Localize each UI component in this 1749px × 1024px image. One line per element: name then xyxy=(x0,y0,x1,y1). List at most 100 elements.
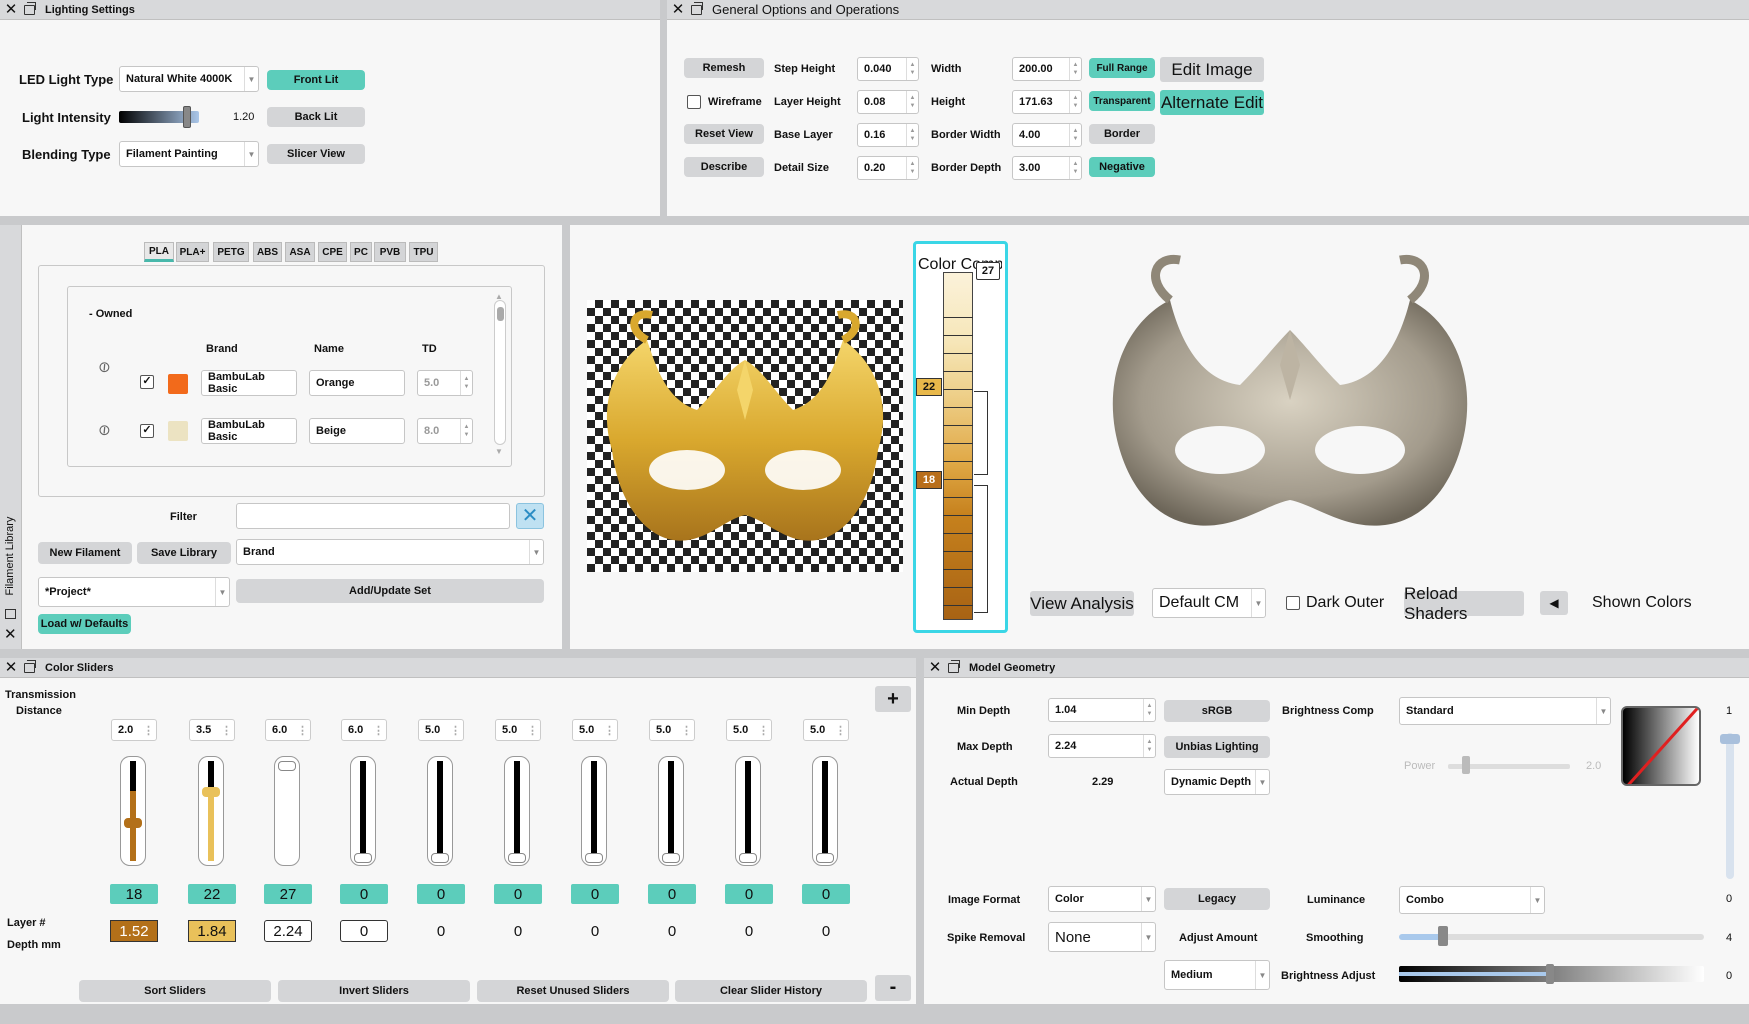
color-slider[interactable] xyxy=(812,756,838,866)
smoothing-slider-thumb[interactable] xyxy=(1438,926,1448,946)
describe-button[interactable]: Describe xyxy=(684,157,764,177)
spinner-arrows-icon[interactable]: ▲ ▼ xyxy=(1069,58,1081,80)
td-spinbox[interactable]: 5.0 xyxy=(803,719,849,741)
filament-color-swatch[interactable] xyxy=(168,421,188,441)
td-spinbox[interactable]: 6.0 xyxy=(341,719,387,741)
spinner-arrows-icon[interactable]: ▲ ▼ xyxy=(1143,735,1155,757)
slider-thumb[interactable] xyxy=(662,853,680,863)
layer-number[interactable]: 18 xyxy=(110,884,158,904)
front-lit-button[interactable]: Front Lit xyxy=(267,70,365,90)
slider-thumb[interactable] xyxy=(278,761,296,771)
slider-thumb[interactable] xyxy=(739,853,757,863)
gradient-preview-swatch[interactable] xyxy=(1621,706,1701,786)
collapse-arrow-icon[interactable]: ◀ xyxy=(1540,591,1568,615)
scroll-thumb[interactable] xyxy=(497,307,504,321)
slider-thumb[interactable] xyxy=(508,853,526,863)
alternate-edit-button[interactable]: Alternate Edit xyxy=(1160,90,1264,115)
color-slider[interactable] xyxy=(120,756,146,866)
edit-image-button[interactable]: Edit Image xyxy=(1160,57,1264,82)
sort-by-select[interactable]: Brand ▼ xyxy=(236,539,544,565)
td-spinbox[interactable]: 5.0 xyxy=(495,719,541,741)
reload-shaders-button[interactable]: Reload Shaders xyxy=(1404,584,1524,623)
full-range-button[interactable]: Full Range xyxy=(1089,58,1155,78)
color-slider[interactable] xyxy=(274,756,300,866)
blending-select[interactable]: Filament Painting ▼ xyxy=(119,141,259,167)
filament-td-field[interactable]: 8.0 ▲ ▼ xyxy=(417,418,473,444)
power-slider-thumb[interactable] xyxy=(1462,756,1470,774)
filter-input[interactable] xyxy=(236,503,510,529)
slider-thumb[interactable] xyxy=(585,853,603,863)
detail-size-input[interactable]: 0.20 ▲ ▼ xyxy=(857,156,919,180)
layer-number[interactable]: 0 xyxy=(494,884,542,904)
marker-top[interactable]: 27 xyxy=(976,262,1000,280)
layer-number[interactable]: 0 xyxy=(571,884,619,904)
dark-outer-checkbox[interactable] xyxy=(1286,596,1300,610)
td-spinbox[interactable]: 2.0 xyxy=(111,719,157,741)
spinner-arrows-icon[interactable]: ▲ ▼ xyxy=(460,371,472,395)
spinner-arrows-icon[interactable]: ▲ ▼ xyxy=(1143,699,1155,721)
width-input[interactable]: 200.00 ▲ ▼ xyxy=(1012,57,1082,81)
intensity-slider-thumb[interactable] xyxy=(183,106,191,128)
layer-number[interactable]: 0 xyxy=(802,884,850,904)
base-layer-input[interactable]: 0.16 ▲ ▼ xyxy=(857,123,919,147)
clear-slider-history-button[interactable]: Clear Slider History xyxy=(675,980,867,1002)
slider-thumb[interactable] xyxy=(431,853,449,863)
colormap-select[interactable]: Default CM ▼ xyxy=(1152,588,1266,618)
led-type-select[interactable]: Natural White 4000K ▼ xyxy=(119,66,259,92)
wireframe-checkbox[interactable] xyxy=(687,95,701,109)
tab-tpu[interactable]: TPU xyxy=(409,242,438,262)
spinner-arrows-icon[interactable]: ▲ ▼ xyxy=(1069,124,1081,146)
layer-height-input[interactable]: 0.08 ▲ ▼ xyxy=(857,90,919,114)
close-icon[interactable]: ✕ xyxy=(4,2,18,17)
model-3d-preview[interactable] xyxy=(1100,250,1480,580)
td-spinbox[interactable]: 3.5 xyxy=(189,719,235,741)
slider-thumb[interactable] xyxy=(124,818,142,829)
color-slider[interactable] xyxy=(198,756,224,866)
tab-pla[interactable]: PLA xyxy=(144,242,174,262)
filament-checkbox[interactable]: ✓ xyxy=(140,424,154,438)
tab-pla-plus[interactable]: PLA+ xyxy=(176,242,209,262)
luminance-select[interactable]: Combo ▼ xyxy=(1399,886,1545,914)
clear-filter-icon[interactable]: ✕ xyxy=(516,503,544,529)
remove-slider-button[interactable]: - xyxy=(875,975,911,1001)
scroll-down-icon[interactable]: ▼ xyxy=(495,447,503,456)
spinner-arrows-icon[interactable]: ▲ ▼ xyxy=(1069,91,1081,113)
tab-asa[interactable]: ASA xyxy=(285,242,315,262)
image-format-select[interactable]: Color ▼ xyxy=(1048,886,1156,912)
reset-view-button[interactable]: Reset View xyxy=(684,124,764,144)
filament-color-swatch[interactable] xyxy=(168,374,188,394)
spinner-arrows-icon[interactable]: ▲ ▼ xyxy=(460,419,472,443)
load-defaults-button[interactable]: Load w/ Defaults xyxy=(38,614,131,634)
spinner-arrows-icon[interactable]: ▲ ▼ xyxy=(906,91,918,113)
color-slider[interactable] xyxy=(735,756,761,866)
dynamic-depth-select[interactable]: Dynamic Depth ▼ xyxy=(1164,769,1270,795)
vertical-range-thumb[interactable] xyxy=(1720,734,1740,744)
slicer-view-button[interactable]: Slicer View xyxy=(267,144,365,164)
color-slider[interactable] xyxy=(504,756,530,866)
slider-thumb[interactable] xyxy=(354,853,372,863)
reset-unused-sliders-button[interactable]: Reset Unused Sliders xyxy=(477,980,669,1002)
close-icon[interactable]: ✕ xyxy=(928,660,942,675)
layer-number[interactable]: 22 xyxy=(188,884,236,904)
project-select[interactable]: *Project* ▼ xyxy=(38,577,230,607)
add-update-set-button[interactable]: Add/Update Set xyxy=(236,579,544,603)
add-slider-button[interactable]: + xyxy=(875,686,911,712)
border-width-input[interactable]: 4.00 ▲ ▼ xyxy=(1012,123,1082,147)
remesh-button[interactable]: Remesh xyxy=(684,58,764,78)
max-depth-input[interactable]: 2.24 ▲ ▼ xyxy=(1048,734,1156,758)
filament-name-field[interactable]: Orange xyxy=(309,370,405,396)
vertical-range-slider[interactable] xyxy=(1726,733,1734,879)
marker-low[interactable]: 18 xyxy=(916,471,942,489)
srgb-button[interactable]: sRGB xyxy=(1164,700,1270,722)
layer-number[interactable]: 0 xyxy=(725,884,773,904)
legacy-button[interactable]: Legacy xyxy=(1164,888,1270,910)
filament-brand-field[interactable]: BambuLab Basic xyxy=(201,418,297,444)
tab-pvb[interactable]: PVB xyxy=(374,242,406,262)
height-input[interactable]: 171.63 ▲ ▼ xyxy=(1012,90,1082,114)
transparent-button[interactable]: Transparent xyxy=(1089,91,1155,111)
save-library-button[interactable]: Save Library xyxy=(137,542,231,564)
close-icon[interactable]: ✕ xyxy=(4,625,17,643)
close-icon[interactable]: ✕ xyxy=(671,2,685,17)
layer-number[interactable]: 0 xyxy=(417,884,465,904)
tab-petg[interactable]: PETG xyxy=(213,242,249,262)
